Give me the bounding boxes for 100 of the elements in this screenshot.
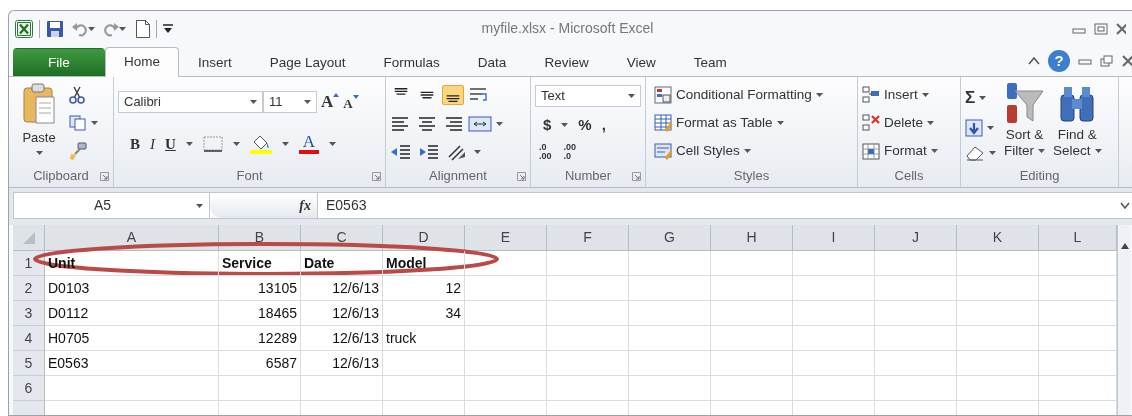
insert-cells-button[interactable]: Insert [884,84,918,106]
caret-icon[interactable] [304,99,311,104]
paste-button[interactable]: Paste [13,81,65,165]
caret-icon[interactable] [979,95,987,100]
caret-icon[interactable] [989,150,996,155]
cell-styles-button[interactable]: Cell Styles [676,140,740,162]
caret-icon[interactable] [561,123,569,127]
caret-icon[interactable] [743,149,751,153]
insert-cells-icon[interactable] [862,86,880,104]
column-header[interactable]: J [875,225,957,251]
format-as-table-button[interactable]: Format as Table [676,112,773,134]
close-icon[interactable] [1122,55,1132,67]
autosum-button[interactable]: Σ [965,85,976,111]
column-header[interactable]: K [957,225,1039,251]
decrease-decimal-button[interactable]: .00 .0 [563,143,577,162]
font-size-field[interactable]: 11 [263,90,317,113]
bottom-align-icon[interactable] [442,85,464,106]
caret-icon[interactable] [815,93,823,97]
dialog-launcher-icon[interactable] [372,172,381,181]
new-document-icon[interactable] [136,19,150,38]
cell-styles-icon[interactable] [654,142,672,160]
shrink-font-button[interactable]: A [343,94,359,112]
insert-function-button[interactable]: fx [210,193,318,218]
name-box[interactable]: A5 [14,193,210,218]
merge-center-icon[interactable] [468,115,492,133]
row-header[interactable]: 6 [13,376,45,401]
conditional-formatting-button[interactable]: Conditional Formatting [676,84,812,106]
restore-icon[interactable] [1094,22,1108,35]
delete-cells-icon[interactable] [862,114,880,132]
ribbon-tab[interactable]: Page Layout [250,48,365,76]
percent-button[interactable]: % [578,113,592,137]
caret-icon[interactable] [35,150,43,155]
bold-button[interactable]: B [130,132,140,156]
center-icon[interactable] [416,114,438,134]
up-triangle-icon[interactable] [333,93,340,98]
column-header[interactable]: L [1039,225,1117,251]
currency-button[interactable]: $ [543,113,552,137]
caret-icon[interactable] [1094,149,1102,153]
ribbon-tab[interactable]: File [13,48,105,76]
table-icon[interactable] [654,114,672,132]
column-header[interactable]: H [711,225,793,251]
ribbon-tab[interactable]: Review [525,48,608,76]
caret-icon[interactable] [185,141,193,146]
up-arrow-icon[interactable] [1120,243,1129,249]
caret-icon[interactable] [930,149,938,153]
column-header[interactable]: E [465,225,547,251]
underline-button[interactable]: U [165,132,176,156]
borders-icon[interactable] [202,135,223,152]
format-cells-button[interactable]: Format [884,140,927,162]
eraser-icon[interactable] [965,144,985,161]
sort-filter-button[interactable]: Sort & Filter [1004,127,1045,159]
customize-icon[interactable] [163,23,173,34]
ribbon-tab[interactable]: Home [105,47,179,77]
cut-icon[interactable] [69,86,85,105]
ribbon-tab[interactable]: Team [674,48,746,76]
caret-icon[interactable] [921,93,929,97]
caret-icon[interactable] [328,141,336,146]
dialog-launcher-icon[interactable] [100,172,109,181]
help-button[interactable]: ? [1048,50,1070,72]
restore-icon[interactable] [1100,55,1114,67]
down-triangle-icon[interactable] [352,94,359,99]
minimize-icon[interactable] [1078,56,1092,66]
expand-icon[interactable] [1120,201,1130,210]
ribbon-tab[interactable]: View [607,48,675,76]
caret-icon[interactable] [232,141,240,146]
ribbon-tab[interactable]: Formulas [364,48,459,76]
clipboard-icon[interactable] [22,83,56,125]
fill-down-icon[interactable] [965,118,983,137]
grow-font-button[interactable]: A [321,93,340,111]
row-header[interactable]: 1 [13,251,45,276]
caret-icon[interactable] [91,121,98,125]
scrollbar[interactable] [1117,225,1131,415]
font-name-field[interactable]: Calibri [118,90,263,113]
fill-color-icon[interactable] [249,133,272,154]
caret-icon[interactable] [927,121,935,125]
caret-icon[interactable] [776,121,784,125]
ribbon-tab[interactable]: Insert [179,48,251,76]
comma-button[interactable]: , [601,113,606,137]
format-cells-icon[interactable] [862,142,880,160]
font-color-button[interactable]: A [298,133,319,154]
copy-icon[interactable] [69,115,87,131]
format-painter-icon[interactable] [69,141,87,160]
ribbon-tab[interactable]: Data [458,48,526,76]
caret-icon[interactable] [281,141,289,146]
orientation-icon[interactable] [446,142,468,161]
column-header[interactable]: I [793,225,875,251]
caret-icon[interactable] [474,149,481,154]
find-select-button[interactable]: Find & Select [1053,127,1102,159]
row-header[interactable]: 5 [13,351,45,376]
caret-icon[interactable] [628,93,635,98]
increase-decimal-button[interactable]: .0 .00 [539,143,552,162]
dialog-launcher-icon[interactable] [517,172,526,181]
column-header[interactable]: G [629,225,711,251]
caret-icon[interactable] [1038,149,1045,153]
decrease-indent-icon[interactable] [390,142,412,161]
column-header[interactable]: F [547,225,629,251]
caret-icon[interactable] [496,122,503,126]
conditional-formatting-icon[interactable] [654,86,672,104]
caret-icon[interactable] [88,26,95,31]
formula-field[interactable]: E0563 [318,193,1120,218]
